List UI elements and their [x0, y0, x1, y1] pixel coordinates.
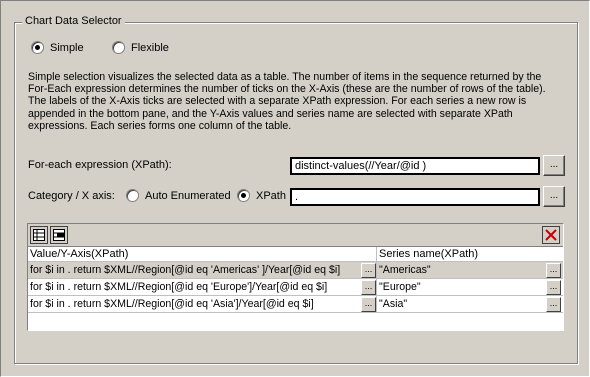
foreach-expression-input[interactable]: distinct-values(//Year/@id )	[290, 157, 540, 175]
delete-row-icon[interactable]	[542, 226, 560, 244]
xpath-radio-label: XPath	[256, 189, 286, 202]
series-toolbar	[28, 224, 563, 247]
simple-radio-label: Simple	[50, 41, 84, 54]
flexible-radio[interactable]: Flexible	[112, 41, 169, 54]
table-row-value[interactable]: for $i in . return $XML//Region[@id eq '…	[28, 262, 377, 279]
table-row-series-name[interactable]: "Asia"	[377, 296, 563, 313]
foreach-browse-button[interactable]: ...	[543, 155, 565, 176]
auto-enumerated-indicator	[126, 189, 139, 202]
auto-enumerated-radio[interactable]: Auto Enumerated	[126, 189, 231, 202]
row-value-browse-button[interactable]: ...	[361, 297, 376, 312]
simple-radio-indicator	[31, 41, 44, 54]
series-table: Value/Y-Axis(XPath) Series name(XPath) f…	[27, 223, 564, 331]
category-xpath-input[interactable]: .	[290, 188, 540, 206]
row-name-browse-button[interactable]: ...	[546, 263, 561, 278]
category-browse-button[interactable]: ...	[543, 186, 565, 207]
table-row-value[interactable]: for $i in . return $XML//Region[@id eq '…	[28, 279, 377, 296]
table-row-value[interactable]: for $i in . return $XML//Region[@id eq '…	[28, 296, 377, 313]
insert-row-icon[interactable]	[50, 226, 68, 244]
flexible-radio-indicator	[112, 41, 125, 54]
row-name-browse-button[interactable]: ...	[546, 297, 561, 312]
append-row-icon[interactable]	[30, 226, 48, 244]
table-row-series-name[interactable]: "Europe"	[377, 279, 563, 296]
category-label: Category / X axis:	[28, 190, 115, 202]
xpath-radio[interactable]: XPath	[237, 189, 286, 202]
column-header-series-name: Series name(XPath)	[377, 247, 563, 262]
row-value-browse-button[interactable]: ...	[361, 280, 376, 295]
table-row-series-name[interactable]: "Americas"	[377, 262, 563, 279]
simple-radio[interactable]: Simple	[31, 41, 84, 54]
column-header-value: Value/Y-Axis(XPath)	[28, 247, 377, 262]
xpath-radio-indicator	[237, 189, 250, 202]
group-title: Chart Data Selector	[22, 15, 125, 27]
row-value-browse-button[interactable]: ...	[361, 263, 376, 278]
mode-description: Simple selection visualizes the selected…	[28, 71, 546, 132]
row-name-browse-button[interactable]: ...	[546, 280, 561, 295]
foreach-label: For-each expression (XPath):	[28, 159, 172, 171]
auto-enumerated-label: Auto Enumerated	[145, 189, 231, 202]
flexible-radio-label: Flexible	[131, 41, 169, 54]
